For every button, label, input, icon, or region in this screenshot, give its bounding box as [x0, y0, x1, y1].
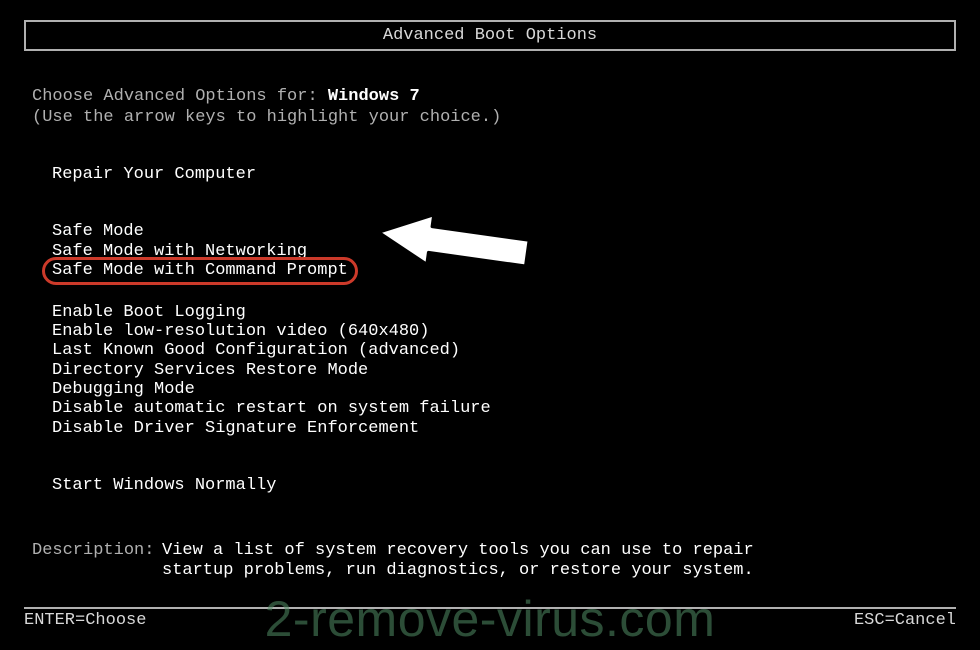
description-block: Description: View a list of system recov… — [32, 541, 782, 580]
option-safe-mode[interactable]: Safe Mode — [52, 222, 980, 241]
prompt-line: Choose Advanced Options for: Windows 7 — [32, 87, 980, 106]
option-disable-driver-sig[interactable]: Disable Driver Signature Enforcement — [52, 419, 980, 438]
option-group-normal: Start Windows Normally — [52, 476, 980, 495]
option-disable-auto-restart[interactable]: Disable automatic restart on system fail… — [52, 399, 980, 418]
page-title: Advanced Boot Options — [383, 26, 597, 45]
option-low-res-video[interactable]: Enable low-resolution video (640x480) — [52, 322, 980, 341]
title-box: Advanced Boot Options — [24, 20, 956, 51]
footer-bar: ENTER=Choose ESC=Cancel — [24, 607, 956, 630]
description-text: View a list of system recovery tools you… — [162, 541, 782, 580]
os-name: Windows 7 — [328, 87, 420, 106]
option-safe-mode-networking[interactable]: Safe Mode with Networking — [52, 242, 980, 261]
option-group-repair: Repair Your Computer — [52, 165, 980, 184]
description-label: Description: — [32, 541, 162, 580]
option-group-advanced: Enable Boot Logging Enable low-resolutio… — [52, 303, 980, 439]
footer-enter: ENTER=Choose — [24, 611, 146, 630]
option-group-safe-mode: Safe Mode Safe Mode with Networking Safe… — [52, 222, 980, 280]
footer-esc: ESC=Cancel — [854, 611, 956, 630]
option-last-known-good[interactable]: Last Known Good Configuration (advanced) — [52, 341, 980, 360]
option-enable-boot-logging[interactable]: Enable Boot Logging — [52, 303, 980, 322]
option-directory-services-restore[interactable]: Directory Services Restore Mode — [52, 361, 980, 380]
option-safe-mode-command-prompt[interactable]: Safe Mode with Command Prompt — [52, 261, 348, 280]
prompt-prefix: Choose Advanced Options for: — [32, 87, 328, 106]
option-debugging-mode[interactable]: Debugging Mode — [52, 380, 980, 399]
option-start-windows-normally[interactable]: Start Windows Normally — [52, 476, 980, 495]
boot-options-screen: Advanced Boot Options Choose Advanced Op… — [0, 0, 980, 650]
hint-line: (Use the arrow keys to highlight your ch… — [32, 108, 980, 127]
option-repair-your-computer[interactable]: Repair Your Computer — [52, 165, 980, 184]
highlighted-option-wrap: Safe Mode with Command Prompt — [52, 261, 348, 280]
